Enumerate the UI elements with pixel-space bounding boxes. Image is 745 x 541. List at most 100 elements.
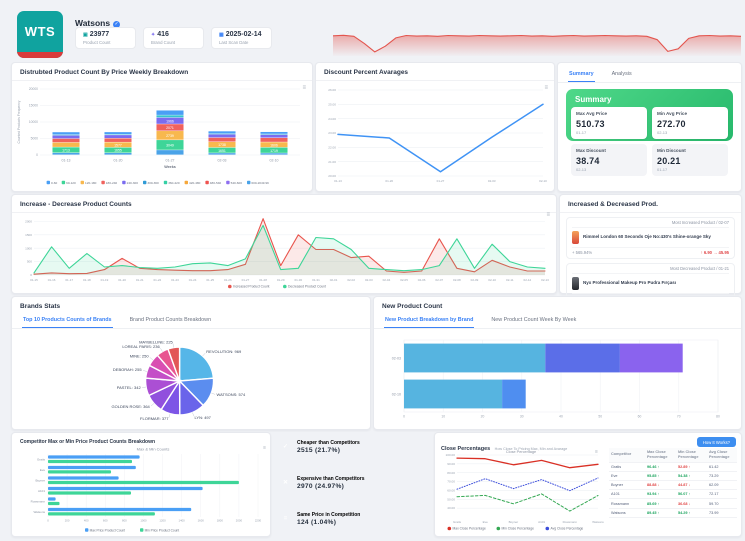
svg-text:01-26: 01-26 [224,278,232,282]
svg-text:40.00: 40.00 [447,506,455,510]
svg-text:1606: 1606 [270,143,278,147]
svg-text:1651: 1651 [218,149,226,153]
svg-text:180-240: 180-240 [106,181,118,185]
cell-competitor: Boyner [611,483,647,487]
increase-decrease-chart: 050010001500200001-1501-1601-1701-1801-1… [14,211,552,291]
svg-text:01-20: 01-20 [385,179,393,183]
dashboard-page: WTS Watsons✓ ▣23977 Product Count ✦416 B… [0,0,745,541]
svg-text:600-2049.99: 600-2049.99 [251,181,269,185]
svg-text:Gratis: Gratis [37,457,46,461]
cell-min-close: 54.29 ↑ [678,511,709,515]
svg-text:WATSONS: 574: WATSONS: 574 [217,392,246,397]
brand-count-icon: ✦ [151,32,155,38]
tab-brand-breakdown[interactable]: Brand Product Counts Breakdown [129,314,213,328]
svg-text:01-13: 01-13 [334,179,342,183]
panel-brands-stats: Brands Stats Top 10 Products Counts of B… [11,296,371,430]
mover-percent: + 565.94% [572,250,592,255]
panel-discount: Discount Percent Avarages ≡ 20.0021.0022… [315,62,555,192]
cell-max-close: 95.85 ↑ [647,474,678,478]
svg-text:02-10: 02-10 [270,159,279,163]
svg-text:420-480: 420-480 [189,181,201,185]
cell-max-close: 85.69 ↑ [647,502,678,506]
svg-text:01-25: 01-25 [206,278,214,282]
svg-text:0-60: 0-60 [51,181,57,185]
svg-text:01-13: 01-13 [62,159,71,163]
svg-text:02-08: 02-08 [453,278,461,282]
cell-avg-close: 73.29 [709,474,735,478]
cross-icon: ✕ [280,478,291,489]
svg-text:2739: 2739 [166,134,174,138]
svg-text:01-20: 01-20 [114,159,123,163]
cell-competitor: Eve [611,474,647,478]
svg-text:1577: 1577 [114,143,122,147]
svg-text:02-12: 02-12 [524,278,532,282]
svg-text:400: 400 [84,519,89,523]
svg-text:1000: 1000 [140,519,147,523]
table-row: Watsons 89.45 ↑ 54.29 ↑ 73.99 [609,509,737,518]
svg-text:22.00: 22.00 [328,145,336,149]
svg-text:02-10: 02-10 [392,392,401,396]
panel-summary: Summary Analysis Summary Max Avg Price 5… [557,62,742,192]
svg-text:24.00: 24.00 [328,117,336,121]
svg-text:50.00: 50.00 [447,497,455,501]
svg-text:120-180: 120-180 [85,181,97,185]
cell-avg-close: 61.42 [709,465,735,469]
svg-text:Close Percentage: Close Percentage [506,450,536,454]
competitor-minmax-chart: Max & Min Counts020040060080010001200140… [14,445,266,534]
panel-title: Distrubted Product Count By Price Weekly… [12,63,312,81]
card-value: 2515 (21.7%) [297,447,360,454]
svg-text:LYN: 497: LYN: 497 [195,415,212,420]
svg-text:Eve: Eve [483,520,489,524]
cell-min-close: 52.89 ↑ [678,465,709,469]
svg-text:01-27: 01-27 [437,179,445,183]
cell-avg-close: 59.70 [709,502,735,506]
price-trend-sparkline [333,24,741,56]
cell-avg-close: 72.17 [709,492,735,496]
svg-text:02-10: 02-10 [539,179,547,183]
summary-card-max-avg-price: Max Avg Price 510.73 01-17 [571,107,647,139]
stacked-hbar-svg: 0102030405060708002-0302-10 [380,337,732,425]
svg-text:20: 20 [481,415,485,419]
svg-text:5000: 5000 [31,137,39,141]
svg-text:01-30: 01-30 [294,278,302,282]
svg-text:100.00: 100.00 [446,453,456,457]
mover-header: Most Decreased Product / 01-21 [572,266,729,274]
svg-text:360-420: 360-420 [168,181,180,185]
equal-icon: = [280,514,291,525]
tab-analysis[interactable]: Analysis [611,68,633,82]
tab-new-product-by-brand[interactable]: New Product Breakdown by Brand [384,314,474,328]
tab-new-product-week[interactable]: New Product Count Week By Week [490,314,577,328]
card-value: 2970 (24.97%) [297,483,365,490]
brand-logo: WTS [17,11,63,58]
svg-text:3049: 3049 [166,144,174,148]
cell-max-close: 89.45 ↑ [647,511,678,515]
svg-text:Boyner: Boyner [509,520,519,524]
svg-text:1713: 1713 [62,149,70,153]
svg-text:01-28: 01-28 [259,278,267,282]
tab-summary[interactable]: Summary [568,68,595,82]
svg-text:Watsons: Watsons [33,510,45,514]
svg-text:0: 0 [403,415,405,419]
calendar-icon: ▦ [219,32,224,38]
svg-text:02-03: 02-03 [392,356,401,360]
panel-product-movers: Increased & Decreased Prod. Most Increas… [559,194,742,294]
tab-top10-brands[interactable]: Top 10 Products Counts of Brands [22,314,113,328]
svg-text:Max Close Percentage: Max Close Percentage [453,527,487,531]
svg-text:01-19: 01-19 [101,278,109,282]
svg-text:2200: 2200 [255,519,262,523]
svg-text:01-27: 01-27 [166,159,175,163]
svg-text:02-05: 02-05 [400,278,408,282]
svg-text:70: 70 [677,415,681,419]
how-it-works-button[interactable]: How It Works? [697,437,736,447]
svg-text:02-03: 02-03 [365,278,373,282]
cell-min-close: 54.38 ↑ [678,474,709,478]
svg-text:01-15: 01-15 [30,278,38,282]
price-breakdown-chart: 05000100001500020000171301-131655157701-… [14,83,308,188]
svg-text:1500: 1500 [25,233,32,237]
cheaper-card: ✓ Cheaper than Competitors 2515 (21.7%) [273,432,430,462]
summary-card-min-avg-price: Min Avg Price 272.70 02-13 [652,107,728,139]
new-product-chart: 0102030405060708002-0302-10 [380,337,732,425]
line-chart-svg: 20.0021.0022.0023.0024.0025.0026.0001-13… [318,85,550,187]
brands-pie-chart: REVOLUTION: 969WATSONS: 574LYN: 497FLORM… [16,335,364,425]
svg-text:1655: 1655 [114,149,122,153]
